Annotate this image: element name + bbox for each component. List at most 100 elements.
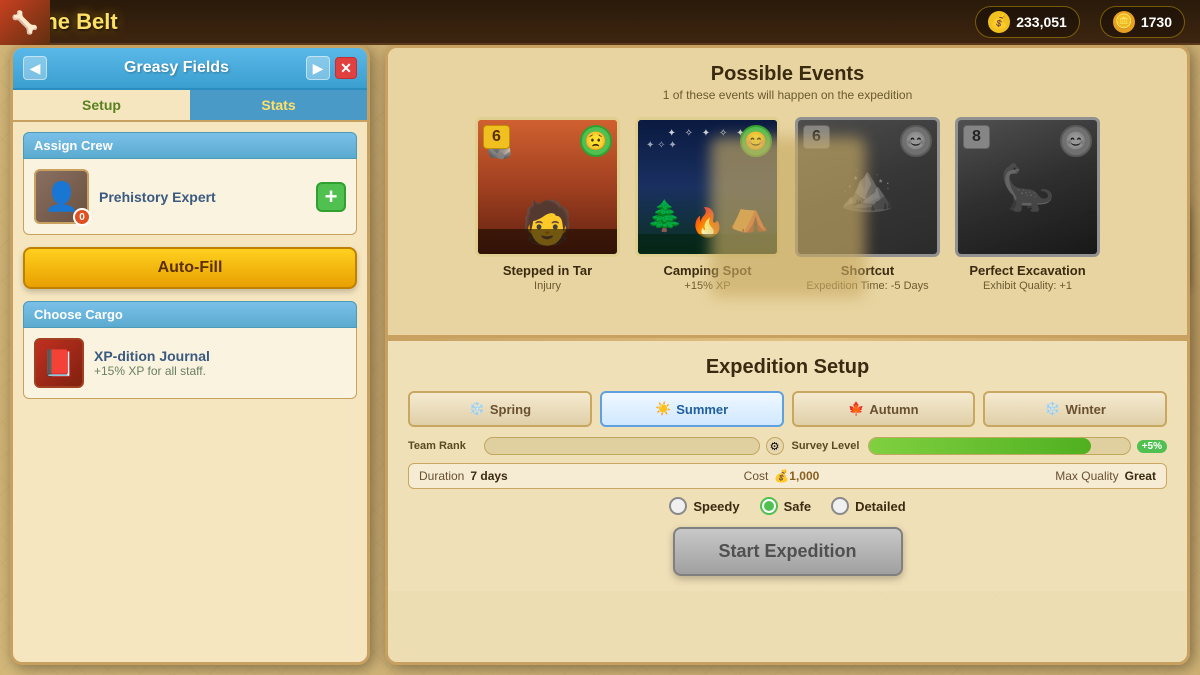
detailed-radio [831, 497, 849, 515]
add-crew-button[interactable]: + [316, 182, 346, 212]
left-panel-tabs: Setup Stats [13, 90, 367, 122]
gold-currency: 💰 233,051 [975, 6, 1080, 38]
gold-value: 233,051 [1016, 14, 1067, 30]
event-face-shortcut: 😊 [900, 125, 932, 157]
safe-radio [760, 497, 778, 515]
event-face-camp: 😊 [740, 125, 772, 157]
top-bar: 🦴 Bone Belt 💰 233,051 🪙 1730 [0, 0, 1200, 45]
choose-cargo-header: Choose Cargo [23, 301, 357, 328]
team-rank-icon: ⚙ [766, 437, 784, 455]
season-winter-button[interactable]: ❄️ Winter [983, 391, 1167, 427]
season-buttons: ❄️ Spring ☀️ Summer 🍁 Autumn ❄️ Winter [408, 391, 1167, 427]
crew-badge: 0 [73, 208, 91, 226]
quality-label: Max Quality [1055, 469, 1118, 483]
cargo-icon: 📕 [34, 338, 84, 388]
crew-slot: 👤 0 Prehistory Expert + [34, 169, 346, 224]
team-rank-fill-container [484, 437, 760, 455]
season-autumn-button[interactable]: 🍁 Autumn [792, 391, 976, 427]
duration-label: Duration [419, 469, 464, 483]
left-panel: ◀ Greasy Fields ▶ ✕ Setup Stats Assign C… [10, 45, 370, 665]
choose-cargo-body: 📕 XP-dition Journal +15% XP for all staf… [23, 328, 357, 399]
spring-icon: ❄️ [469, 401, 485, 417]
mode-buttons: Speedy Safe Detailed [408, 497, 1167, 515]
event-img-excavation: 🦕 8 😊 [955, 117, 1100, 257]
detailed-label: Detailed [855, 499, 906, 514]
event-number-shortcut: 6 [803, 125, 830, 149]
events-grid: 🪨 🌵 🧑 6 😟 Stepped in Tar Injury [403, 117, 1172, 292]
setup-title: Expedition Setup [408, 356, 1167, 379]
cargo-item: 📕 XP-dition Journal +15% XP for all staf… [34, 338, 346, 388]
crew-name: Prehistory Expert [99, 189, 306, 205]
assign-crew-header: Assign Crew [23, 132, 357, 159]
survey-level-fill-container [868, 437, 1131, 455]
events-container: 🪨 🌵 🧑 6 😟 Stepped in Tar Injury [403, 117, 1172, 292]
event-card-excavation[interactable]: 🦕 8 😊 Perfect Excavation Exhibit Quality… [955, 117, 1100, 292]
cost-value: 💰1,000 [774, 469, 819, 483]
location-thumbnail: 🦴 [0, 0, 50, 45]
summer-label: Summer [676, 402, 728, 417]
event-desc-camp: +15% XP [635, 280, 780, 292]
cost-label: Cost [744, 469, 769, 483]
event-name-excavation: Perfect Excavation [955, 263, 1100, 278]
cost-detail: Cost 💰1,000 [744, 469, 820, 483]
summer-icon: ☀️ [655, 401, 671, 417]
event-desc-tar: Injury [475, 280, 620, 292]
event-img-camp: ✦ ✧ ✦ ✧ ✦ ✦ ✧ ✦ 🌲 🔥 ⛺ 😊 [635, 117, 780, 257]
events-subtitle: 1 of these events will happen on the exp… [403, 88, 1172, 102]
winter-icon: ❄️ [1044, 401, 1060, 417]
start-expedition-button[interactable]: Start Expedition [673, 527, 903, 576]
duration-value: 7 days [470, 469, 507, 483]
quality-value: Great [1125, 469, 1156, 483]
tab-setup[interactable]: Setup [13, 90, 190, 120]
events-section: Possible Events 1 of these events will h… [388, 48, 1187, 338]
event-face-excavation: 😊 [1060, 125, 1092, 157]
survey-level-badge: +5% [1137, 440, 1167, 453]
event-desc-shortcut: Expedition Time: -5 Days [795, 280, 940, 292]
cargo-info: XP-dition Journal +15% XP for all staff. [94, 348, 210, 378]
autumn-icon: 🍁 [848, 401, 864, 417]
speedy-radio [669, 497, 687, 515]
event-img-tar: 🪨 🌵 🧑 6 😟 [475, 117, 620, 257]
event-card-shortcut[interactable]: 🏔️ 6 😊 Shortcut Expedition Time: -5 Days [795, 117, 940, 292]
event-name-shortcut: Shortcut [795, 263, 940, 278]
mode-safe[interactable]: Safe [760, 497, 811, 515]
event-card-camp[interactable]: ✦ ✧ ✦ ✧ ✦ ✦ ✧ ✦ 🌲 🔥 ⛺ 😊 Camping Spot +15… [635, 117, 780, 292]
gem-icon: 🪙 [1113, 11, 1135, 33]
crew-avatar: 👤 0 [34, 169, 89, 224]
winter-label: Winter [1066, 402, 1106, 417]
assign-crew-body: 👤 0 Prehistory Expert + [23, 159, 357, 235]
tab-stats[interactable]: Stats [190, 90, 367, 120]
event-card-tar[interactable]: 🪨 🌵 🧑 6 😟 Stepped in Tar Injury [475, 117, 620, 292]
gem-currency: 🪙 1730 [1100, 6, 1185, 38]
left-panel-content: Assign Crew 👤 0 Prehistory Expert + Auto… [13, 122, 367, 421]
stat-bars: Team Rank ⚙ Survey Level +5% [408, 437, 1167, 455]
team-rank-bar: Team Rank ⚙ [408, 437, 784, 455]
season-summer-button[interactable]: ☀️ Summer [600, 391, 784, 427]
cargo-name: XP-dition Journal [94, 348, 210, 364]
currencies-container: 💰 233,051 🪙 1730 [975, 6, 1185, 38]
main-content: Possible Events 1 of these events will h… [385, 45, 1190, 665]
autofill-button[interactable]: Auto-Fill [23, 247, 357, 289]
mode-speedy[interactable]: Speedy [669, 497, 739, 515]
event-number-tar: 6 [483, 125, 510, 149]
location-title: Greasy Fields [124, 59, 229, 77]
season-spring-button[interactable]: ❄️ Spring [408, 391, 592, 427]
gem-value: 1730 [1141, 14, 1172, 30]
cargo-desc: +15% XP for all staff. [94, 364, 210, 378]
next-location-button[interactable]: ▶ [306, 56, 330, 80]
event-img-shortcut: 🏔️ 6 😊 [795, 117, 940, 257]
event-desc-excavation: Exhibit Quality: +1 [955, 280, 1100, 292]
duration-detail: Duration 7 days [419, 469, 508, 483]
left-panel-header: ◀ Greasy Fields ▶ ✕ [13, 48, 367, 90]
autumn-label: Autumn [869, 402, 918, 417]
event-name-camp: Camping Spot [635, 263, 780, 278]
prev-location-button[interactable]: ◀ [23, 56, 47, 80]
gold-icon: 💰 [988, 11, 1010, 33]
team-rank-label: Team Rank [408, 440, 478, 452]
survey-level-fill [869, 438, 1091, 454]
mode-detailed[interactable]: Detailed [831, 497, 906, 515]
event-number-excavation: 8 [963, 125, 990, 149]
spring-label: Spring [490, 402, 531, 417]
events-title: Possible Events [403, 63, 1172, 86]
close-panel-button[interactable]: ✕ [335, 57, 357, 79]
